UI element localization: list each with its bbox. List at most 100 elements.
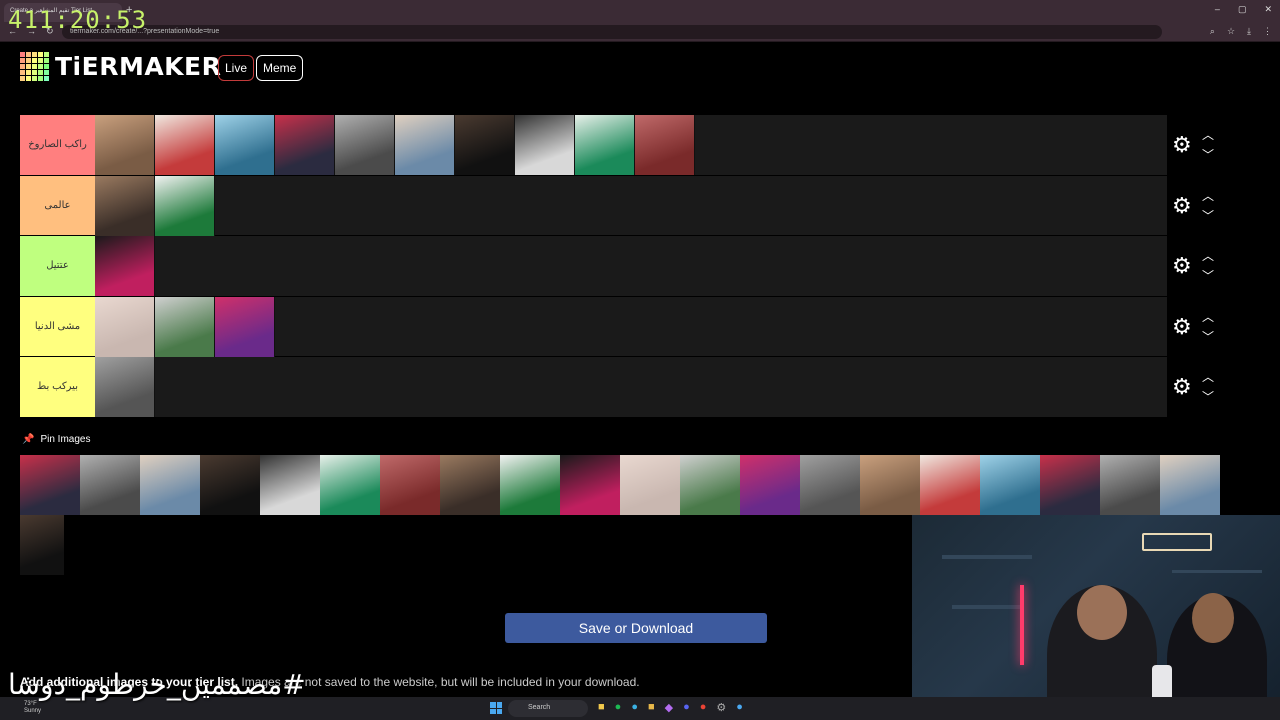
app-icon[interactable]: ● xyxy=(736,701,743,714)
tier-image[interactable] xyxy=(515,115,575,175)
tier-items[interactable] xyxy=(95,296,1167,357)
tier-image[interactable] xyxy=(575,115,635,175)
tier-image[interactable] xyxy=(455,115,515,175)
windows-start-icon[interactable] xyxy=(490,702,502,714)
tier-list: راكب الصاروخ عالمى عتتيل مشى الدنيا بيركب بط xyxy=(20,115,1167,418)
tier-image[interactable] xyxy=(155,175,215,236)
tier-image[interactable] xyxy=(635,115,695,175)
tier-label[interactable]: عالمى xyxy=(20,175,95,235)
pin-images-label[interactable]: 📌 Pin Images xyxy=(22,434,90,445)
pool-image[interactable] xyxy=(140,455,200,515)
gear-icon[interactable]: ⚙ xyxy=(1172,132,1194,158)
meme-button[interactable]: Meme xyxy=(256,55,304,81)
tier-image[interactable] xyxy=(395,115,455,175)
live-button[interactable]: Live xyxy=(218,55,255,81)
pool-image[interactable] xyxy=(800,455,860,515)
taskbar-search[interactable]: Search xyxy=(508,700,588,717)
tier-row: راكب الصاروخ xyxy=(20,115,1167,176)
file-explorer-icon[interactable]: ■ xyxy=(598,701,605,714)
tier-label[interactable]: مشى الدنيا xyxy=(20,296,95,356)
close-button[interactable]: ✕ xyxy=(1264,4,1272,15)
tier-items[interactable] xyxy=(95,236,1167,296)
tier-items[interactable] xyxy=(95,175,1167,236)
tier-image[interactable] xyxy=(155,296,215,357)
tier-image[interactable] xyxy=(95,236,155,296)
chevron-down-icon[interactable]: ﹀ xyxy=(1202,206,1214,226)
pool-image[interactable] xyxy=(920,455,980,515)
tier-image[interactable] xyxy=(275,115,335,175)
edge-icon[interactable]: ● xyxy=(631,701,638,714)
menu-icon[interactable]: ⋮ xyxy=(1263,26,1272,37)
bookmark-icon[interactable]: ☆ xyxy=(1227,26,1235,37)
pool-image[interactable] xyxy=(980,455,1040,515)
settings-icon[interactable]: ⚙ xyxy=(716,701,726,714)
tier-image[interactable] xyxy=(95,357,155,417)
pool-image[interactable] xyxy=(740,455,800,515)
address-bar: ← → ↻ tiermaker.com/create/...?presentat… xyxy=(0,22,1280,42)
copilot-icon[interactable]: ◆ xyxy=(665,701,673,714)
chevron-down-icon[interactable]: ﹀ xyxy=(1202,266,1214,286)
gear-icon[interactable]: ⚙ xyxy=(1172,314,1194,340)
chevron-up-icon[interactable]: ︿ xyxy=(1202,246,1214,266)
chevron-up-icon[interactable]: ︿ xyxy=(1202,307,1214,327)
window-controls: – ▢ ✕ xyxy=(1215,4,1272,15)
url-field[interactable]: tiermaker.com/create/...?presentationMod… xyxy=(62,25,1162,39)
tier-items[interactable] xyxy=(95,115,1167,175)
tier-row: بيركب بط xyxy=(20,357,1167,418)
tier-control: ⚙ ︿ ﹀ xyxy=(1172,297,1222,357)
pool-image[interactable] xyxy=(1160,455,1220,515)
save-download-button[interactable]: Save or Download xyxy=(505,613,767,643)
pool-image[interactable] xyxy=(1100,455,1160,515)
pin-icon: 📌 xyxy=(22,434,35,445)
tier-image[interactable] xyxy=(95,175,155,236)
pool-image[interactable] xyxy=(80,455,140,515)
pool-image[interactable] xyxy=(200,455,260,515)
tier-label[interactable]: بيركب بط xyxy=(20,357,95,417)
chevron-up-icon[interactable]: ︿ xyxy=(1202,186,1214,206)
tier-image[interactable] xyxy=(335,115,395,175)
zoom-icon[interactable]: ⌕ xyxy=(1210,26,1215,37)
chevron-up-icon[interactable]: ︿ xyxy=(1202,125,1214,145)
chevron-down-icon[interactable]: ﹀ xyxy=(1202,387,1214,407)
tier-row: عالمى xyxy=(20,175,1167,236)
pool-image[interactable] xyxy=(500,455,560,515)
tier-control: ⚙ ︿ ﹀ xyxy=(1172,236,1222,296)
download-icon[interactable]: ⤓ xyxy=(1247,26,1251,37)
pool-image[interactable] xyxy=(560,455,620,515)
tiermaker-logo[interactable]: TiERMAKER xyxy=(20,52,221,81)
pool-image[interactable] xyxy=(320,455,380,515)
tier-image[interactable] xyxy=(95,115,155,175)
tier-image[interactable] xyxy=(95,296,155,357)
gear-icon[interactable]: ⚙ xyxy=(1172,253,1194,279)
pool-image[interactable] xyxy=(1040,455,1100,515)
gear-icon[interactable]: ⚙ xyxy=(1172,374,1194,400)
pool-image[interactable] xyxy=(620,455,680,515)
minimize-button[interactable]: – xyxy=(1215,4,1220,15)
maximize-button[interactable]: ▢ xyxy=(1238,4,1247,15)
weather-widget[interactable]: 73°F Sunny xyxy=(24,701,41,715)
logo-grid-icon xyxy=(20,52,49,81)
tier-image[interactable] xyxy=(215,115,275,175)
taskbar-apps: ■ ● ● ■ ◆ ● ● ⚙ ● xyxy=(598,701,743,714)
pool-image[interactable] xyxy=(860,455,920,515)
tier-image[interactable] xyxy=(155,115,215,175)
chrome-icon[interactable]: ● xyxy=(700,701,707,714)
tier-label[interactable]: راكب الصاروخ xyxy=(20,115,95,175)
pool-image[interactable] xyxy=(680,455,740,515)
pool-image[interactable] xyxy=(20,455,80,515)
tier-label[interactable]: عتتيل xyxy=(20,236,95,296)
chevron-up-icon[interactable]: ︿ xyxy=(1202,367,1214,387)
tier-image[interactable] xyxy=(215,296,275,357)
tier-items[interactable] xyxy=(95,357,1167,417)
spotify-icon[interactable]: ● xyxy=(615,701,622,714)
pool-image[interactable] xyxy=(260,455,320,515)
pool-image[interactable] xyxy=(440,455,500,515)
chevron-down-icon[interactable]: ﹀ xyxy=(1202,145,1214,165)
pool-image[interactable] xyxy=(380,455,440,515)
gear-icon[interactable]: ⚙ xyxy=(1172,193,1194,219)
discord-icon[interactable]: ● xyxy=(683,701,690,714)
tier-control: ⚙ ︿ ﹀ xyxy=(1172,357,1222,417)
chevron-down-icon[interactable]: ﹀ xyxy=(1202,327,1214,347)
folder-icon[interactable]: ■ xyxy=(648,701,655,714)
pool-image[interactable] xyxy=(20,515,64,575)
